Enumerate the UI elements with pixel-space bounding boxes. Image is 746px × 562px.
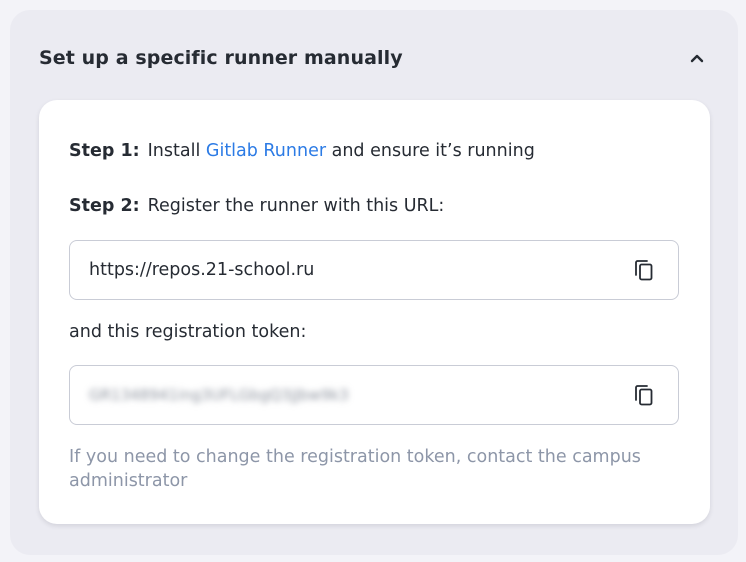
url-value[interactable]: https://repos.21-school.ru (89, 258, 314, 282)
collapse-button[interactable] (685, 46, 709, 70)
panel-title: Set up a specific runner manually (39, 47, 403, 69)
copy-token-button[interactable] (632, 383, 656, 407)
step-2: Step 2: Register the runner with this URL… (69, 194, 444, 218)
gitlab-runner-link[interactable]: Gitlab Runner (206, 141, 326, 161)
panel-header[interactable]: Set up a specific runner manually (39, 46, 709, 70)
copy-icon (635, 385, 653, 406)
step-1-prefix: Install (147, 141, 206, 161)
token-change-hint: If you need to change the registration t… (69, 447, 641, 491)
token-label: and this registration token: (69, 322, 307, 342)
token-value[interactable]: GR1348941ing3UFLGbgQ3jJbw9k3 (89, 383, 349, 407)
step-1-label: Step 1: (69, 141, 140, 161)
copy-url-button[interactable] (632, 258, 656, 282)
step-1-suffix: and ensure it’s running (326, 141, 535, 161)
runner-setup-panel: Set up a specific runner manually Step 1… (10, 10, 738, 555)
step-2-label: Step 2: (69, 196, 140, 216)
step-2-text: Register the runner with this URL: (147, 196, 445, 216)
token-field[interactable]: GR1348941ing3UFLGbgQ3jJbw9k3 (69, 365, 679, 425)
copy-icon (635, 260, 653, 281)
chevron-up-icon (690, 54, 704, 63)
url-field[interactable]: https://repos.21-school.ru (69, 240, 679, 300)
setup-card: Step 1: Install Gitlab Runner and ensure … (39, 100, 710, 524)
step-1: Step 1: Install Gitlab Runner and ensure … (69, 139, 535, 163)
